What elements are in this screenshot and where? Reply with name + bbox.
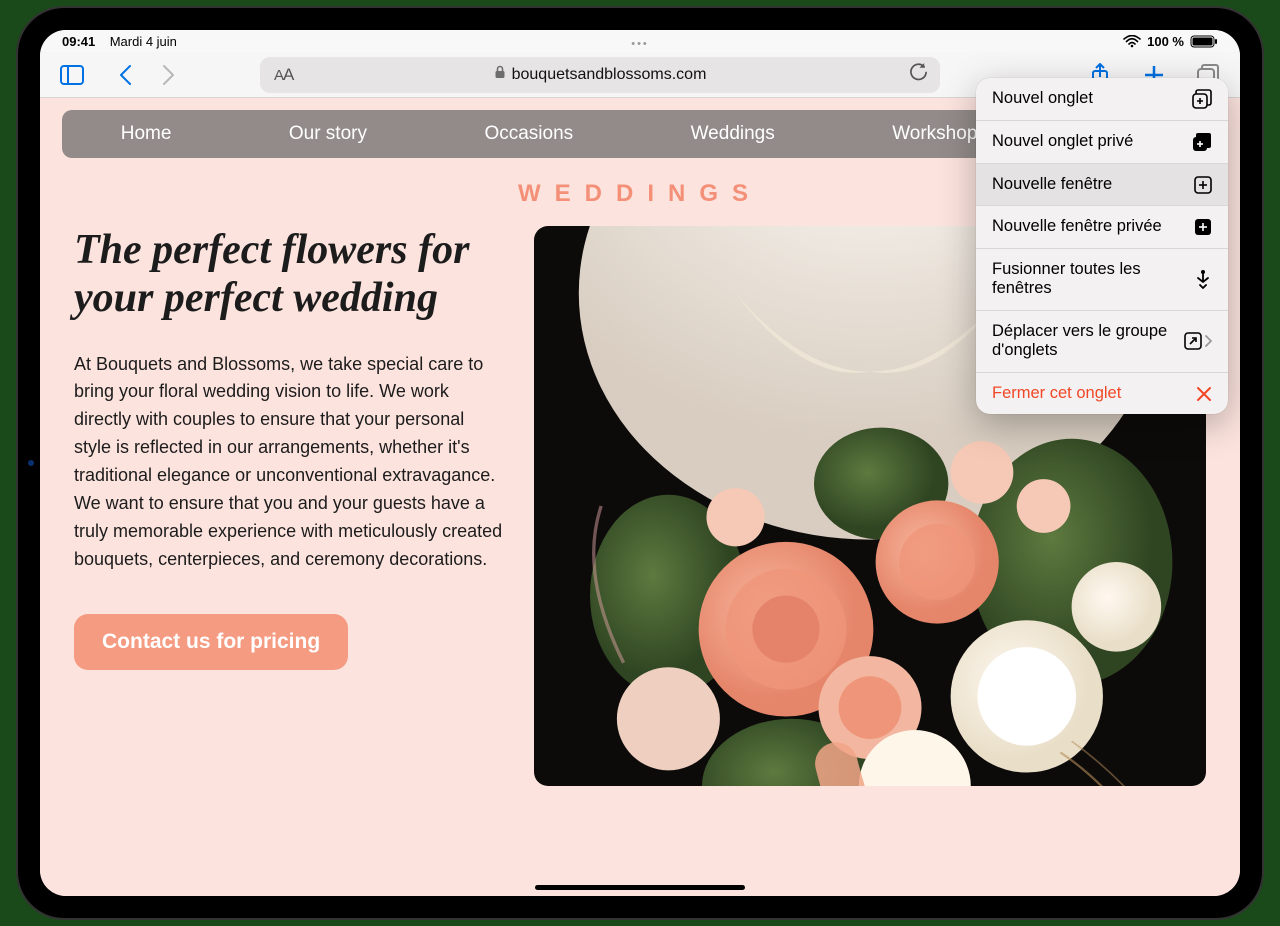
battery-percent: 100 % xyxy=(1147,34,1184,49)
close-icon xyxy=(1190,386,1212,402)
nav-our-story[interactable]: Our story xyxy=(281,123,375,145)
new-private-tab-icon xyxy=(1190,132,1212,152)
hero-body: At Bouquets and Blossoms, we take specia… xyxy=(74,351,504,574)
menu-new-private-window[interactable]: Nouvelle fenêtre privée xyxy=(976,206,1228,248)
menu-new-window[interactable]: Nouvelle fenêtre xyxy=(976,164,1228,206)
menu-new-private-tab[interactable]: Nouvel onglet privé xyxy=(976,121,1228,164)
multitask-dots-icon[interactable]: ••• xyxy=(631,38,649,50)
menu-new-tab[interactable]: Nouvel onglet xyxy=(976,78,1228,121)
status-left: 09:41 Mardi 4 juin xyxy=(62,34,177,49)
reader-aa-icon[interactable]: AA xyxy=(274,65,293,85)
address-bar[interactable]: AA bouquetsandblossoms.com xyxy=(260,57,940,93)
menu-move-to-group[interactable]: Déplacer vers le groupe d'onglets xyxy=(976,311,1228,373)
forward-button xyxy=(150,57,186,93)
merge-windows-icon xyxy=(1191,269,1212,289)
hero-text: The perfect flowers for your perfect wed… xyxy=(74,226,504,786)
tabs-context-menu: Nouvel onglet Nouvel onglet privé Nouvel… xyxy=(976,78,1228,414)
battery-icon xyxy=(1190,35,1218,48)
nav-occasions[interactable]: Occasions xyxy=(476,123,581,145)
menu-merge-windows[interactable]: Fusionner toutes les fenêtres xyxy=(976,249,1228,311)
back-button[interactable] xyxy=(108,57,144,93)
new-window-icon xyxy=(1190,176,1212,194)
lock-icon xyxy=(494,65,506,84)
status-time: 09:41 xyxy=(62,34,95,49)
home-indicator[interactable] xyxy=(535,885,745,890)
status-date: Mardi 4 juin xyxy=(110,34,177,49)
menu-close-tab[interactable]: Fermer cet onglet xyxy=(976,373,1228,414)
hero-headline: The perfect flowers for your perfect wed… xyxy=(74,226,504,323)
sidebar-toggle-icon[interactable] xyxy=(54,57,90,93)
address-domain: bouquetsandblossoms.com xyxy=(512,66,707,84)
new-tab-stack-icon xyxy=(1190,89,1212,109)
move-to-group-icon xyxy=(1184,332,1212,350)
nav-home[interactable]: Home xyxy=(113,123,180,145)
wifi-icon xyxy=(1123,35,1141,48)
reload-icon[interactable] xyxy=(909,63,928,87)
new-private-window-icon xyxy=(1190,218,1212,236)
screen: ••• 09:41 Mardi 4 juin 100 % xyxy=(40,30,1240,896)
status-right: 100 % xyxy=(1123,34,1218,49)
camera-dot xyxy=(28,460,34,466)
cta-button[interactable]: Contact us for pricing xyxy=(74,614,348,670)
ipad-frame: ••• 09:41 Mardi 4 juin 100 % xyxy=(18,8,1262,918)
nav-weddings[interactable]: Weddings xyxy=(683,123,783,145)
